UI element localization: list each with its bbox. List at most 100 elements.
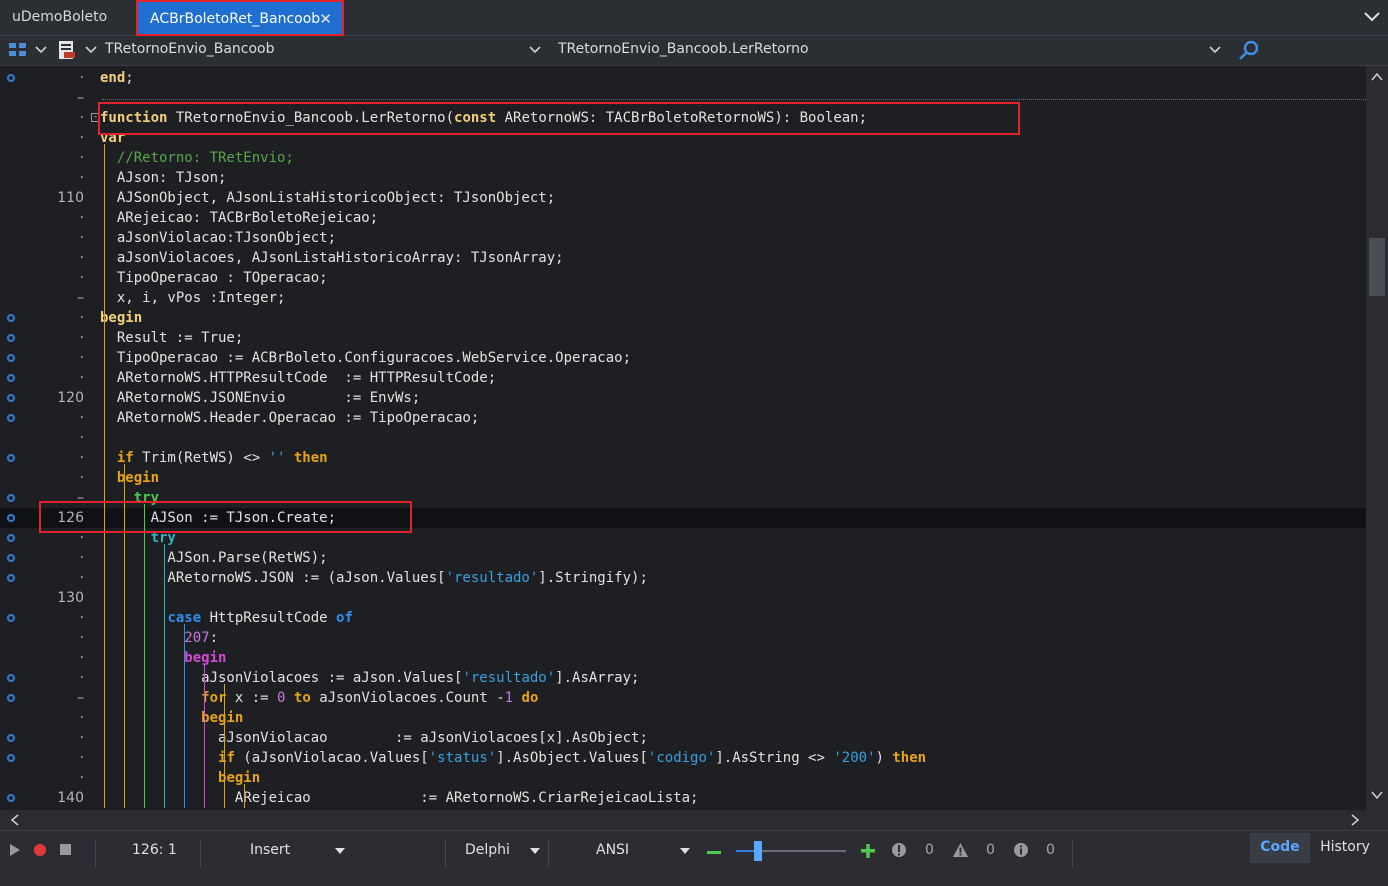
code-line[interactable]: – x, i, vPos :Integer; bbox=[0, 288, 1366, 308]
code-line[interactable]: · begin bbox=[0, 468, 1366, 488]
code-line[interactable]: · try bbox=[0, 528, 1366, 548]
code-line[interactable]: · TipoOperacao : TOperacao; bbox=[0, 268, 1366, 288]
code-line[interactable]: – bbox=[0, 88, 1366, 108]
play-macro-icon[interactable] bbox=[8, 843, 22, 857]
code-text[interactable]: AJSon.Parse(RetWS); bbox=[100, 550, 327, 566]
code-text[interactable]: if Trim(RetWS) <> '' then bbox=[100, 450, 328, 466]
code-line[interactable]: · var bbox=[0, 128, 1366, 148]
chevron-down-icon[interactable] bbox=[1362, 6, 1382, 26]
scroll-left-icon[interactable] bbox=[10, 814, 20, 826]
breakpoint-marker-icon[interactable] bbox=[7, 574, 15, 582]
breakpoint-marker-icon[interactable] bbox=[7, 374, 15, 382]
breakpoint-marker-icon[interactable] bbox=[7, 394, 15, 402]
vertical-scrollbar[interactable] bbox=[1366, 66, 1388, 810]
breakpoint-marker-icon[interactable] bbox=[7, 334, 15, 342]
code-line-current[interactable]: 126 AJSon := TJson.Create; bbox=[0, 508, 1366, 528]
code-text[interactable]: ARetornoWS.JSONEnvio := EnvWs; bbox=[100, 390, 420, 406]
code-text[interactable]: TipoOperacao : TOperacao; bbox=[100, 270, 328, 286]
chevron-down-icon[interactable] bbox=[84, 43, 98, 57]
zoom-out-icon[interactable] bbox=[706, 844, 722, 860]
chevron-down-icon[interactable] bbox=[528, 43, 542, 57]
code-text[interactable]: aJsonViolacoes, AJsonListaHistoricoArray… bbox=[100, 250, 564, 266]
code-text[interactable]: //Retorno: TRetEnvio; bbox=[100, 150, 294, 166]
scroll-down-icon[interactable] bbox=[1371, 790, 1383, 800]
code-line[interactable]: – try bbox=[0, 488, 1366, 508]
code-text[interactable]: begin bbox=[100, 470, 159, 486]
class-combo[interactable]: TRetornoEnvio_Bancoob bbox=[105, 41, 275, 57]
code-text[interactable]: ARetornoWS.HTTPResultCode := HTTPResultC… bbox=[100, 370, 496, 386]
close-icon[interactable]: ✕ bbox=[319, 2, 332, 36]
code-line[interactable]: 130 bbox=[0, 588, 1366, 608]
code-text[interactable]: ARetornoWS.Header.Operacao := TipoOperac… bbox=[100, 410, 479, 426]
code-text[interactable]: ARejeicao := ARetornoWS.CriarRejeicaoLis… bbox=[100, 790, 699, 806]
code-text[interactable]: AJson: TJson; bbox=[100, 170, 227, 186]
code-line[interactable]: 110 AJSonObject, AJsonListaHistoricoObje… bbox=[0, 188, 1366, 208]
breakpoint-marker-icon[interactable] bbox=[7, 694, 15, 702]
breakpoint-marker-icon[interactable] bbox=[7, 74, 15, 82]
breakpoint-marker-icon[interactable] bbox=[7, 794, 15, 802]
code-text[interactable]: 207: bbox=[100, 630, 218, 646]
breakpoint-marker-icon[interactable] bbox=[7, 414, 15, 422]
code-line[interactable]: · ARetornoWS.Header.Operacao := TipoOper… bbox=[0, 408, 1366, 428]
code-text[interactable]: aJsonViolacoes := aJson.Values['resultad… bbox=[100, 670, 639, 686]
tab-code[interactable]: Code bbox=[1250, 833, 1310, 863]
code-line[interactable]: · Result := True; bbox=[0, 328, 1366, 348]
code-text[interactable]: x, i, vPos :Integer; bbox=[100, 290, 286, 306]
zoom-slider[interactable] bbox=[736, 841, 846, 861]
method-combo[interactable]: TRetornoEnvio_Bancoob.LerRetorno bbox=[558, 41, 809, 57]
breakpoint-marker-icon[interactable] bbox=[7, 754, 15, 762]
code-line[interactable]: · case HttpResultCode of bbox=[0, 608, 1366, 628]
tab-history[interactable]: History bbox=[1313, 833, 1377, 863]
zoom-in-icon[interactable] bbox=[860, 843, 876, 859]
code-text[interactable]: AJSonObject, AJsonListaHistoricoObject: … bbox=[100, 190, 555, 206]
code-line[interactable]: · TipoOperacao := ACBrBoleto.Configuraco… bbox=[0, 348, 1366, 368]
breakpoint-marker-icon[interactable] bbox=[7, 314, 15, 322]
horizontal-scrollbar[interactable] bbox=[0, 810, 1388, 830]
scroll-up-icon[interactable] bbox=[1371, 72, 1383, 82]
breakpoint-marker-icon[interactable] bbox=[7, 614, 15, 622]
code-text[interactable]: case HttpResultCode of bbox=[100, 610, 352, 626]
insert-mode[interactable]: Insert bbox=[250, 842, 290, 858]
tab-udemoboleto[interactable]: uDemoBoleto bbox=[0, 0, 134, 36]
code-text[interactable]: begin bbox=[100, 710, 243, 726]
breakpoint-marker-icon[interactable] bbox=[7, 354, 15, 362]
code-line[interactable]: · AJSon.Parse(RetWS); bbox=[0, 548, 1366, 568]
code-text[interactable]: aJsonViolacao:TJsonObject; bbox=[100, 230, 336, 246]
code-text[interactable]: Result := True; bbox=[100, 330, 243, 346]
code-line[interactable]: · ARetornoWS.JSON := (aJson.Values['resu… bbox=[0, 568, 1366, 588]
record-macro-icon[interactable] bbox=[33, 843, 47, 857]
code-line[interactable]: · if Trim(RetWS) <> '' then bbox=[0, 448, 1366, 468]
chevron-down-icon[interactable] bbox=[529, 846, 541, 856]
code-line[interactable]: · ARejeicao: TACBrBoletoRejeicao; bbox=[0, 208, 1366, 228]
breakpoint-marker-icon[interactable] bbox=[7, 514, 15, 522]
encoding-selector[interactable]: ANSI bbox=[596, 842, 629, 858]
code-text[interactable]: for x := 0 to aJsonViolacoes.Count -1 do bbox=[100, 690, 538, 706]
code-line[interactable]: · AJson: TJson; bbox=[0, 168, 1366, 188]
code-line[interactable]: · aJsonViolacoes, AJsonListaHistoricoArr… bbox=[0, 248, 1366, 268]
code-text[interactable]: TipoOperacao := ACBrBoleto.Configuracoes… bbox=[100, 350, 631, 366]
code-text[interactable]: aJsonViolacao := aJsonViolacoes[x].AsObj… bbox=[100, 730, 648, 746]
chevron-down-icon[interactable] bbox=[334, 846, 346, 856]
code-line[interactable]: · 207: bbox=[0, 628, 1366, 648]
code-text[interactable]: end; bbox=[100, 70, 134, 86]
zoom-slider-thumb[interactable] bbox=[754, 841, 762, 861]
code-line[interactable]: · //Retorno: TRetEnvio; bbox=[0, 148, 1366, 168]
breakpoint-marker-icon[interactable] bbox=[7, 554, 15, 562]
scroll-right-icon[interactable] bbox=[1350, 814, 1360, 826]
code-text[interactable]: try bbox=[100, 490, 159, 506]
breakpoint-marker-icon[interactable] bbox=[7, 734, 15, 742]
chevron-down-icon[interactable] bbox=[679, 846, 691, 856]
code-line[interactable]: · function TRetornoEnvio_Bancoob.LerRetor… bbox=[0, 108, 1366, 128]
breakpoint-marker-icon[interactable] bbox=[7, 454, 15, 462]
language-selector[interactable]: Delphi bbox=[465, 842, 510, 858]
code-line[interactable]: 120 ARetornoWS.JSONEnvio := EnvWs; bbox=[0, 388, 1366, 408]
code-text[interactable]: function TRetornoEnvio_Bancoob.LerRetorn… bbox=[100, 110, 867, 126]
code-line[interactable]: · ARetornoWS.HTTPResultCode := HTTPResul… bbox=[0, 368, 1366, 388]
stop-macro-icon[interactable] bbox=[59, 843, 73, 857]
tab-acbrboletoret-bancoob[interactable]: ACBrBoletoRet_Bancoob ✕ bbox=[136, 0, 344, 36]
code-line[interactable]: · bbox=[0, 428, 1366, 448]
code-line[interactable]: · begin bbox=[0, 308, 1366, 328]
breakpoint-marker-icon[interactable] bbox=[7, 494, 15, 502]
vertical-scroll-thumb[interactable] bbox=[1369, 238, 1385, 296]
fold-toggle-icon[interactable]: - bbox=[91, 113, 100, 122]
